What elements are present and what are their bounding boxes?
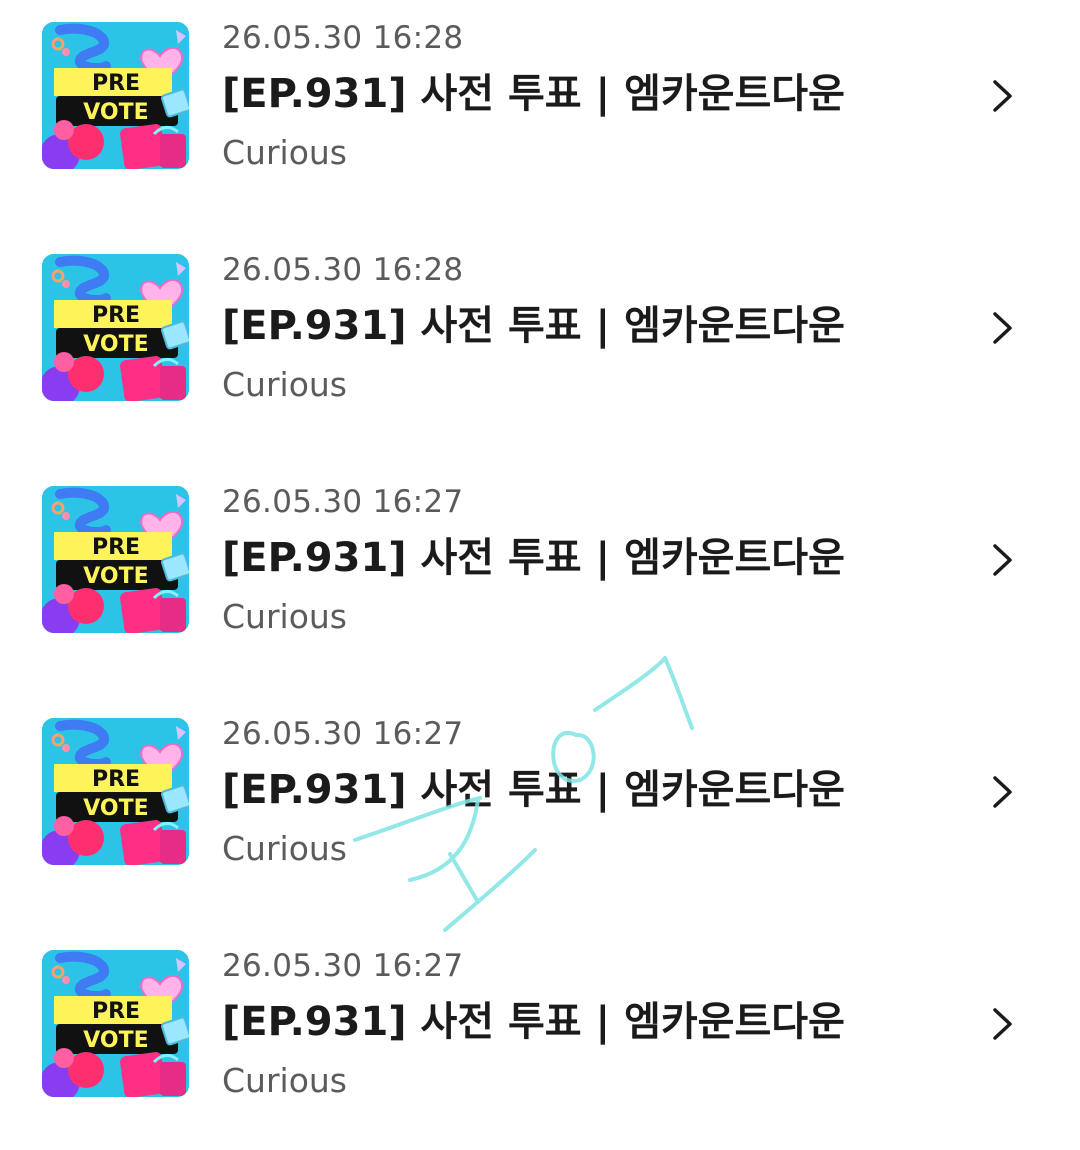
album-art-thumbnail: PRE VOTE — [42, 254, 189, 401]
art-text-vote: VOTE — [83, 100, 148, 125]
vote-history-list: PRE VOTE 26.05.30 16:28 [EP.931] 사전 투표 |… — [0, 0, 1080, 1150]
vote-timestamp: 26.05.30 16:27 — [222, 484, 464, 520]
list-item[interactable]: PRE VOTE 26.05.30 16:27 [EP.931] 사전 투표 |… — [0, 928, 1080, 1150]
chevron-right-icon[interactable] — [986, 1002, 1018, 1046]
album-art-thumbnail: PRE VOTE — [42, 486, 189, 633]
episode-title: [EP.931] 사전 투표 | 엠카운트다운 — [222, 767, 845, 813]
list-item[interactable]: PRE VOTE 26.05.30 16:27 [EP.931] 사전 투표 |… — [0, 464, 1080, 696]
artist-name: Curious — [222, 133, 347, 172]
album-art-thumbnail: PRE VOTE — [42, 22, 189, 169]
list-item[interactable]: PRE VOTE 26.05.30 16:27 [EP.931] 사전 투표 |… — [0, 696, 1080, 928]
artist-name: Curious — [222, 365, 347, 404]
art-text-vote: VOTE — [83, 564, 148, 589]
episode-title: [EP.931] 사전 투표 | 엠카운트다운 — [222, 71, 845, 117]
artist-name: Curious — [222, 829, 347, 868]
chevron-right-icon[interactable] — [986, 306, 1018, 350]
art-text-vote: VOTE — [83, 332, 148, 357]
art-text-pre: PRE — [92, 535, 140, 560]
art-text-pre: PRE — [92, 999, 140, 1024]
episode-title: [EP.931] 사전 투표 | 엠카운트다운 — [222, 303, 845, 349]
art-text-pre: PRE — [92, 303, 140, 328]
episode-title: [EP.931] 사전 투표 | 엠카운트다운 — [222, 535, 845, 581]
chevron-right-icon[interactable] — [986, 74, 1018, 118]
art-text-vote: VOTE — [83, 796, 148, 821]
chevron-right-icon[interactable] — [986, 770, 1018, 814]
vote-timestamp: 26.05.30 16:27 — [222, 948, 464, 984]
vote-timestamp: 26.05.30 16:27 — [222, 716, 464, 752]
artist-name: Curious — [222, 1061, 347, 1100]
episode-title: [EP.931] 사전 투표 | 엠카운트다운 — [222, 999, 845, 1045]
art-text-vote: VOTE — [83, 1028, 148, 1053]
vote-timestamp: 26.05.30 16:28 — [222, 20, 464, 56]
vote-timestamp: 26.05.30 16:28 — [222, 252, 464, 288]
artist-name: Curious — [222, 597, 347, 636]
chevron-right-icon[interactable] — [986, 538, 1018, 582]
album-art-thumbnail: PRE VOTE — [42, 950, 189, 1097]
album-art-thumbnail: PRE VOTE — [42, 718, 189, 865]
art-text-pre: PRE — [92, 71, 140, 96]
list-item[interactable]: PRE VOTE 26.05.30 16:28 [EP.931] 사전 투표 |… — [0, 0, 1080, 232]
art-text-pre: PRE — [92, 767, 140, 792]
list-item[interactable]: PRE VOTE 26.05.30 16:28 [EP.931] 사전 투표 |… — [0, 232, 1080, 464]
